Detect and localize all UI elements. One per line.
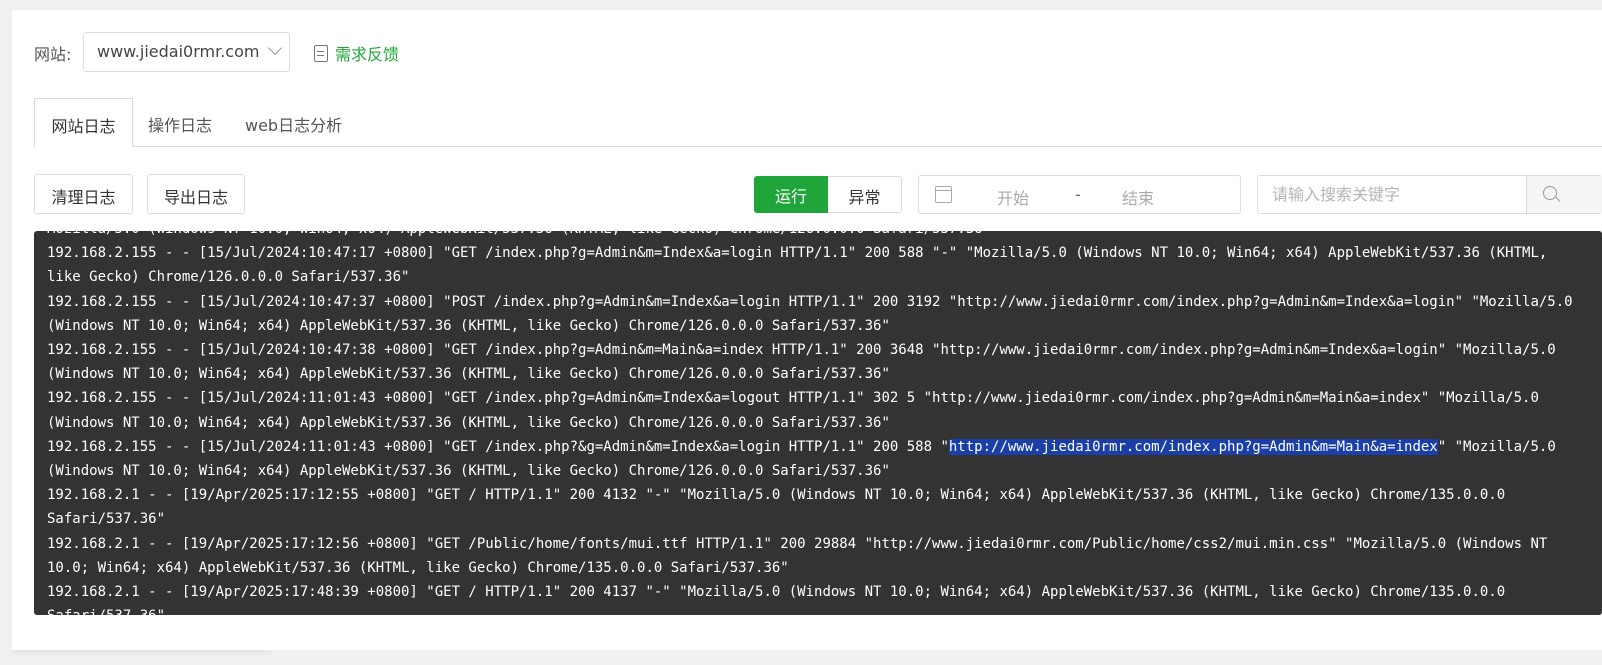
search-icon [1543, 186, 1557, 200]
tab-label: web日志分析 [245, 116, 343, 135]
search-box [1257, 175, 1602, 214]
tab-web-log-analysis[interactable]: web日志分析 [245, 98, 365, 147]
log-line-before-selection: 192.168.2.155 - - [15/Jul/2024:11:01:43 … [47, 438, 949, 455]
date-end-placeholder: 结束 [1122, 189, 1155, 208]
date-start-placeholder: 开始 [997, 189, 1030, 208]
feedback-label: 需求反馈 [335, 45, 400, 64]
error-filter-button[interactable]: 异常 [828, 176, 902, 213]
log-line: 192.168.2.155 - - [15/Jul/2024:10:47:38 … [47, 342, 1556, 383]
export-log-button[interactable]: 导出日志 [147, 174, 245, 214]
log-line: 192.168.2.155 - - [15/Jul/2024:10:47:37 … [47, 293, 1573, 334]
log-line-selected: 192.168.2.155 - - [15/Jul/2024:11:01:43 … [47, 435, 1587, 483]
log-line-partial: Mozilla/5.0 (Windows NT 10.0; Win64; x64… [47, 231, 1587, 241]
site-label: 网站: [34, 45, 72, 64]
log-content: Mozilla/5.0 (Windows NT 10.0; Win64; x64… [47, 231, 1587, 615]
tab-label: 网站日志 [51, 117, 116, 136]
site-log-panel: 网站: www.jiedai0rmr.com 需求反馈 网站日志 操作日志 we… [12, 10, 1602, 650]
site-select[interactable]: www.jiedai0rmr.com [83, 32, 290, 72]
clear-log-button[interactable]: 清理日志 [34, 174, 133, 214]
feedback-link[interactable]: 需求反馈 [314, 41, 399, 65]
selected-text: http://www.jiedai0rmr.com/index.php?g=Ad… [948, 438, 1438, 455]
edit-document-icon [314, 44, 328, 62]
date-separator: - [1075, 185, 1081, 204]
calendar-icon [935, 186, 952, 203]
bottom-shadow [12, 650, 272, 656]
tab-site-log[interactable]: 网站日志 [34, 98, 133, 147]
search-button[interactable] [1526, 176, 1602, 213]
site-select-value: www.jiedai0rmr.com [97, 42, 260, 61]
tab-label: 操作日志 [148, 116, 213, 135]
running-filter-button[interactable]: 运行 [754, 176, 828, 213]
date-range-picker[interactable]: 开始 - 结束 [918, 175, 1241, 214]
log-line: 192.168.2.1 - - [19/Apr/2025:17:12:55 +0… [47, 487, 1506, 528]
log-line: 192.168.2.155 - - [15/Jul/2024:11:01:43 … [47, 390, 1539, 431]
search-input[interactable] [1258, 176, 1526, 213]
chevron-down-icon [267, 40, 283, 56]
log-viewer[interactable]: Mozilla/5.0 (Windows NT 10.0; Win64; x64… [34, 231, 1602, 615]
log-line: 192.168.2.155 - - [15/Jul/2024:10:47:17 … [47, 245, 1548, 286]
log-line: 192.168.2.1 - - [19/Apr/2025:17:12:56 +0… [47, 535, 1548, 576]
log-tabs: 网站日志 操作日志 web日志分析 [34, 98, 1602, 147]
tab-operation-log[interactable]: 操作日志 [148, 98, 232, 147]
log-line: 192.168.2.1 - - [19/Apr/2025:17:48:39 +0… [47, 584, 1506, 615]
